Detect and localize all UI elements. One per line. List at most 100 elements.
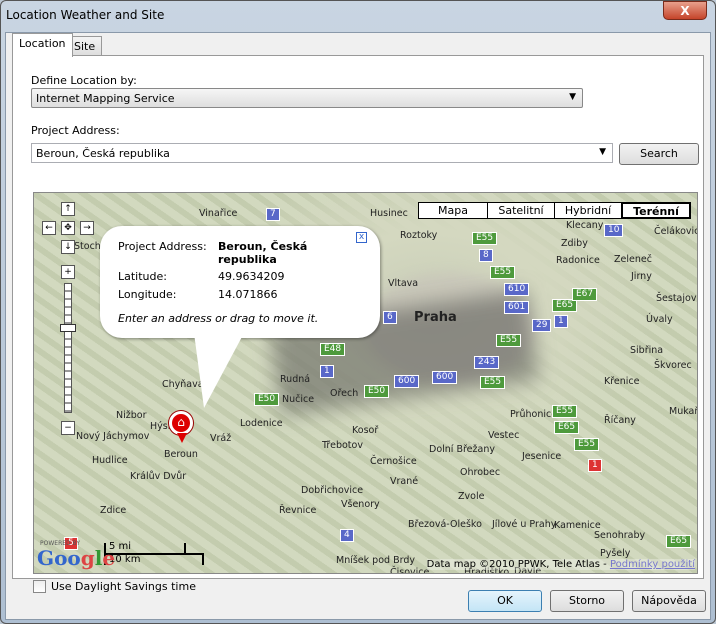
map-place-label: Dobřichovice bbox=[301, 485, 364, 496]
road-shield: E55 bbox=[552, 405, 578, 418]
road-shield: E65 bbox=[554, 421, 580, 434]
map-place-label: Úvaly bbox=[646, 314, 673, 325]
map-place-label: Beroun bbox=[164, 449, 198, 460]
map-place-label: Jílové u Prahy bbox=[492, 519, 557, 530]
road-shield: 4 bbox=[340, 529, 354, 542]
location-popup: Project Address: Beroun, Česká republika… bbox=[100, 226, 380, 338]
map-place-label: Čisovice bbox=[390, 567, 430, 574]
map-place-label: Klecany bbox=[566, 220, 604, 231]
define-location-select[interactable]: Internet Mapping Service ▼ bbox=[31, 88, 583, 108]
pan-center-icon[interactable]: ✥ bbox=[61, 221, 75, 235]
map-place-label: Dolní Břežany bbox=[429, 444, 495, 455]
dialog-window: Location Weather and Site X Location Sit… bbox=[0, 0, 716, 624]
map-place-label: Řevnice bbox=[279, 505, 317, 516]
road-shield: E55 bbox=[496, 334, 522, 347]
map-place-label: Zeleneč bbox=[614, 254, 652, 265]
scale-bar: 5 mi 10 km bbox=[104, 541, 204, 565]
google-logo[interactable]: Google bbox=[37, 546, 115, 570]
daylight-checkbox[interactable] bbox=[33, 580, 46, 593]
map-place-label: Praha bbox=[414, 310, 457, 325]
map-type-satellite[interactable]: Satelitní bbox=[487, 202, 555, 219]
map-place-label: Rudná bbox=[280, 374, 311, 385]
road-shield: 610 bbox=[504, 283, 530, 296]
road-shield: 601 bbox=[504, 301, 530, 314]
map-place-label: Radonice bbox=[556, 255, 600, 266]
map-place-label: Senohraby bbox=[594, 530, 646, 541]
road-shield: 1 bbox=[320, 365, 334, 378]
zoom-in-icon[interactable]: + bbox=[61, 265, 75, 279]
marker-tip bbox=[177, 433, 187, 443]
road-shield: 8 bbox=[479, 249, 493, 262]
terms-link[interactable]: Podmínky použití bbox=[610, 559, 695, 570]
daylight-label: Use Daylight Savings time bbox=[51, 580, 196, 593]
ok-button[interactable]: OK bbox=[468, 590, 542, 612]
map-type-terrain[interactable]: Terénní bbox=[621, 202, 691, 219]
popup-hint: Enter an address or drag to move it. bbox=[118, 312, 319, 325]
map-place-label: Kosoř bbox=[352, 425, 379, 436]
map-place-label: Sibřina bbox=[630, 345, 664, 356]
pan-down-icon[interactable]: ↓ bbox=[61, 240, 75, 254]
map-place-label: Březová-Oleško bbox=[408, 519, 482, 530]
map-place-label: Vráž bbox=[210, 433, 232, 444]
search-button[interactable]: Search bbox=[619, 143, 699, 165]
zoom-slider[interactable] bbox=[64, 283, 72, 413]
pan-up-icon[interactable]: ↑ bbox=[61, 202, 75, 216]
cancel-button[interactable]: Storno bbox=[550, 590, 624, 612]
zoom-slider-handle[interactable] bbox=[60, 324, 76, 332]
map-place-label: Škvorec bbox=[654, 360, 692, 371]
map-place-label: Hudlice bbox=[92, 455, 128, 466]
map-place-label: Šestajovice bbox=[656, 293, 697, 304]
popup-address-value: Beroun, Česká republika bbox=[218, 240, 308, 266]
map-place-label: Ořech bbox=[330, 388, 359, 399]
map-place-label: Čelákovice bbox=[654, 226, 697, 237]
project-address-input[interactable]: Beroun, Česká republika ▼ bbox=[31, 143, 613, 163]
chevron-down-icon: ▼ bbox=[599, 147, 606, 157]
map-place-label: Pyšely bbox=[600, 548, 631, 559]
dialog-client: Location Site Define Location by: Intern… bbox=[5, 32, 711, 620]
road-shield: 10 bbox=[604, 224, 624, 237]
map-place-label: Třebotov bbox=[322, 440, 363, 451]
map-place-label: Vltava bbox=[388, 278, 419, 289]
zoom-out-icon[interactable]: − bbox=[61, 421, 75, 435]
define-location-value: Internet Mapping Service bbox=[36, 92, 175, 105]
popup-longitude-value: 14.071866 bbox=[218, 288, 278, 301]
road-shield: 600 bbox=[432, 371, 458, 384]
road-shield: E55 bbox=[480, 376, 506, 389]
road-shield: E55 bbox=[472, 232, 498, 245]
map-place-label: Nučice bbox=[282, 394, 315, 405]
pan-left-icon[interactable]: ← bbox=[42, 221, 56, 235]
map-attribution: Data map ©2010 PPWK, Tele Atlas - Podmín… bbox=[426, 559, 695, 570]
map-place-label: Lodenice bbox=[240, 418, 283, 429]
map-type-hybrid[interactable]: Hybridní bbox=[554, 202, 622, 219]
close-button[interactable]: X bbox=[663, 1, 707, 20]
tab-location[interactable]: Location bbox=[12, 33, 73, 57]
popup-tail bbox=[194, 333, 244, 408]
popup-close-icon[interactable]: x bbox=[356, 232, 367, 243]
map-place-label: Vrané bbox=[390, 476, 419, 487]
road-shield: 1 bbox=[588, 459, 602, 472]
map-place-label: Mníšek pod Brdy bbox=[336, 555, 415, 566]
map-place-label: Vestec bbox=[488, 430, 520, 441]
chevron-down-icon: ▼ bbox=[569, 92, 576, 102]
road-shield: E50 bbox=[364, 385, 390, 398]
road-shield: 1 bbox=[554, 315, 568, 328]
home-marker-icon[interactable]: ⌂ bbox=[169, 411, 193, 435]
map-place-label: Nový Jáchymov bbox=[76, 431, 150, 442]
map-place-label: Ohrobec bbox=[460, 467, 501, 478]
popup-latitude-label: Latitude: bbox=[118, 270, 167, 283]
project-address-label: Project Address: bbox=[31, 124, 120, 137]
map-type-mapa[interactable]: Mapa bbox=[418, 202, 488, 219]
project-address-value: Beroun, Česká republika bbox=[36, 147, 170, 160]
map-view[interactable]: PrahaRoztokyHusinecVinařiceVelké Přílepy… bbox=[33, 192, 698, 574]
map-place-label: Vinařice bbox=[199, 208, 238, 219]
road-shield: 29 bbox=[532, 319, 552, 332]
location-panel: Define Location by: Internet Mapping Ser… bbox=[12, 55, 704, 593]
pan-right-icon[interactable]: → bbox=[80, 221, 94, 235]
map-place-label: Zvole bbox=[458, 491, 485, 502]
road-shield: E50 bbox=[254, 393, 280, 406]
popup-latitude-value: 49.9634209 bbox=[218, 270, 285, 283]
help-button[interactable]: Nápověda bbox=[632, 590, 706, 612]
map-place-label: Zdiby bbox=[561, 238, 588, 249]
map-place-label: Mukařov bbox=[669, 406, 698, 417]
map-place-label: Jesenice bbox=[522, 451, 562, 462]
